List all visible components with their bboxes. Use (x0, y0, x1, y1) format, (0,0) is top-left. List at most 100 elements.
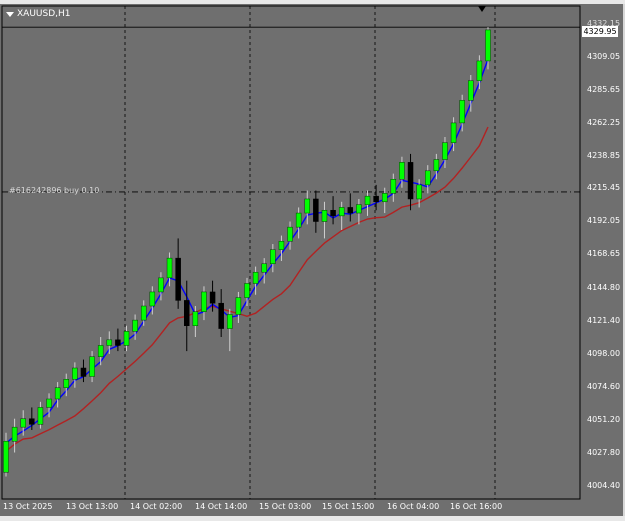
candle (218, 289, 224, 338)
candle-body (218, 302, 224, 329)
chart-menu-triangle-icon[interactable] (6, 11, 14, 17)
candle-body (106, 339, 113, 346)
time-tick-label: 13 Oct 2025 (3, 502, 53, 511)
fast-ma-line (5, 58, 489, 444)
candle-body (20, 418, 26, 428)
candle (364, 190, 371, 216)
candle (270, 244, 276, 273)
price-tick-label: 4004.40 (587, 480, 621, 490)
candle-body (252, 271, 259, 284)
candle-body (425, 170, 431, 186)
candle (3, 432, 9, 477)
candle-body (115, 339, 121, 346)
order-line-label[interactable]: #616242896 buy 0.10 (9, 186, 99, 195)
candle-body (287, 226, 293, 242)
candle-body (3, 440, 9, 473)
candle (37, 401, 44, 429)
chart-shift-triangle-icon (478, 6, 486, 12)
price-tick-label: 4168.65 (587, 249, 621, 259)
candle (227, 308, 233, 352)
symbol-text: XAUUSD,H1 (17, 9, 71, 19)
candle-body (330, 209, 336, 217)
candle (106, 331, 113, 354)
price-chart[interactable] (0, 4, 623, 516)
candle (381, 187, 388, 214)
candle-body (313, 198, 319, 222)
candle-body (63, 379, 69, 388)
candle (347, 193, 354, 222)
time-tick-label: 14 Oct 02:00 (130, 502, 183, 511)
price-tick-label: 4074.60 (587, 381, 621, 391)
candle-body (433, 159, 440, 172)
chart-window[interactable]: XAUUSD,H1 #616242896 buy 0.10 4329.95 43… (0, 4, 625, 516)
candle (244, 277, 250, 307)
candle-body (304, 198, 310, 214)
shift-marker (478, 6, 486, 12)
price-tick-label: 4098.00 (587, 348, 621, 358)
candle-body (209, 291, 216, 304)
candle (201, 286, 207, 321)
candle-body (390, 179, 397, 194)
price-tick-label: 4144.80 (587, 282, 621, 292)
time-tick-label: 15 Oct 15:00 (322, 502, 375, 511)
candle-body (201, 291, 207, 312)
candle (72, 362, 78, 388)
candle-body (399, 162, 405, 180)
price-tick-label: 4215.45 (587, 183, 621, 193)
candle (184, 280, 190, 352)
candles[interactable] (3, 27, 491, 477)
price-tick-label: 4121.40 (587, 315, 621, 325)
candle-body (278, 240, 285, 250)
candle-body (132, 319, 138, 332)
price-tick-label: 4309.05 (587, 51, 621, 61)
candle (261, 258, 267, 284)
candle-body (123, 331, 130, 346)
candle (115, 328, 121, 352)
candle (390, 173, 397, 202)
candle-body (11, 426, 18, 442)
price-tick-label: 4192.05 (587, 216, 621, 226)
price-tick-label: 4285.65 (587, 84, 621, 94)
candle-body (184, 300, 190, 326)
candle (89, 351, 95, 383)
price-tick-label: 4332.15 (587, 19, 621, 29)
time-tick-label: 16 Oct 16:00 (450, 502, 503, 511)
price-tick-label: 4027.80 (587, 447, 621, 457)
candle-body (72, 367, 78, 380)
candle-body (347, 207, 354, 214)
candle (313, 190, 319, 233)
candle-body (468, 80, 474, 101)
fast-moving-average (5, 58, 489, 444)
candle (278, 235, 285, 261)
time-tick-label: 15 Oct 03:00 (259, 502, 312, 511)
candle (356, 198, 362, 225)
candle-body (140, 305, 147, 321)
candle (338, 201, 345, 230)
candle (11, 418, 18, 453)
candle (287, 221, 293, 250)
candle-body (485, 29, 491, 62)
candle-body (227, 314, 233, 329)
candle-body (407, 162, 414, 200)
time-tick-label: 13 Oct 13:00 (66, 502, 119, 511)
candle (330, 196, 336, 225)
candle-body (80, 367, 87, 377)
candle-body (175, 257, 181, 301)
candle (321, 201, 328, 239)
candle-body (244, 283, 250, 298)
candle (407, 153, 414, 211)
plot-frame (1, 5, 581, 500)
candle-body (29, 418, 35, 425)
window-bottom-border (0, 516, 625, 521)
price-tick-label: 4262.25 (587, 117, 621, 127)
candle-body (89, 356, 95, 377)
candle-body (261, 263, 267, 273)
candle (459, 94, 465, 132)
time-tick-label: 16 Oct 04:00 (387, 502, 440, 511)
candle-body (166, 257, 173, 279)
candle-body (459, 100, 465, 124)
candle-body (450, 122, 457, 143)
candle (476, 55, 483, 90)
candle-body (270, 249, 276, 265)
candle-body (192, 311, 199, 326)
